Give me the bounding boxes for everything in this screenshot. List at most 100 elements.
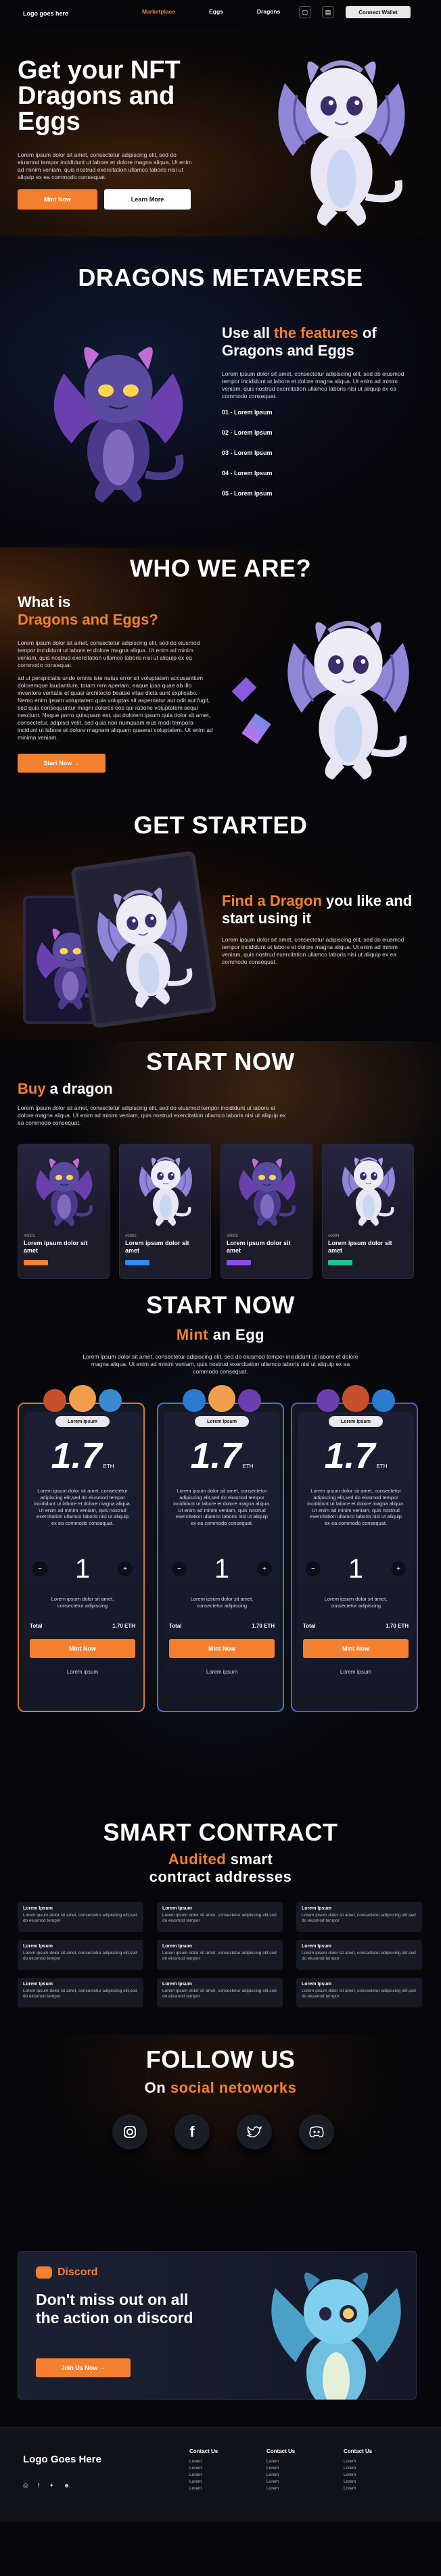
discord-heading: Don't miss out on all the action on disc…	[36, 2291, 193, 2327]
twitter-icon[interactable]	[237, 2114, 272, 2149]
hero-title: Get your NFT Dragons and Eggs	[18, 56, 181, 136]
contract-address-box[interactable]: Lorem Ipsum Lorem ipsum dolor sit amet, c…	[157, 1902, 283, 1932]
mint-now-button[interactable]: Mint Now	[18, 189, 97, 210]
metaverse-title: DRAGONS METAVERSE	[78, 264, 363, 291]
dragon-card[interactable]: #0002 Lorem ipsum dolor sit amet	[119, 1144, 211, 1279]
get-started-section: GET STARTED Find a Dragon you like and s…	[0, 804, 441, 1041]
contract-label: Lorem Ipsum	[162, 1906, 192, 1911]
discord-icon[interactable]: ☻	[64, 2482, 70, 2489]
footer-link[interactable]: Lorem	[344, 2458, 372, 2465]
follow-title: FOLLOW US	[145, 2045, 296, 2073]
buy-heading: Buy a dragon	[18, 1080, 113, 1097]
hero-section: Get your NFT Dragons and Eggs Lorem ipsu…	[0, 27, 441, 237]
nav-link-eggs[interactable]: Eggs	[209, 8, 223, 15]
egg-subtext: Lorem ipsum dolor sit amet, consectetur …	[190, 1596, 254, 1609]
crystal-icon	[231, 677, 257, 702]
contract-address: Lorem ipsum dolor sit amet, consectetur …	[23, 1913, 137, 1923]
footer-link[interactable]: Lorem	[344, 2485, 372, 2492]
footer-link[interactable]: Lorem	[266, 2458, 295, 2465]
join-us-button[interactable]: Join Us Now →	[36, 2358, 131, 2377]
dragon-card[interactable]: #0003 Lorem ipsum dolor sit amet	[220, 1144, 312, 1279]
discord-card: Discord Don't miss out on all the action…	[18, 2251, 417, 2400]
contract-address: Lorem ipsum dolor sit amet, consectetur …	[162, 1989, 277, 1999]
instagram-icon[interactable]	[112, 2114, 147, 2149]
dragon-card[interactable]: #0001 Lorem ipsum dolor sit amet	[18, 1144, 110, 1279]
nav-link-dragons[interactable]: Dragons	[257, 8, 280, 15]
price-badge[interactable]	[125, 1260, 149, 1265]
hero-text: Lorem ipsum dolor sit amet, consectetur …	[18, 151, 192, 180]
quantity-stepper: −1 +	[169, 1554, 275, 1584]
nav-link-marketplace[interactable]: Marketplace	[142, 8, 175, 15]
twitter-icon[interactable]: ✦	[49, 2482, 54, 2489]
logo[interactable]: Logo goes here	[23, 10, 68, 17]
feature-item: 03 - Lorem Ipsum	[222, 449, 273, 456]
footer-logo[interactable]: Logo Goes Here	[23, 2454, 101, 2465]
contract-label: Lorem Ipsum	[162, 1944, 192, 1949]
quantity-stepper: −1 +	[30, 1554, 135, 1584]
egg-label: Lorem Ipsum	[329, 1416, 383, 1427]
discord-icon	[36, 2266, 52, 2279]
start-now-button[interactable]: Start Now →	[18, 754, 106, 773]
contract-address: Lorem ipsum dolor sit amet, consectetur …	[302, 1913, 416, 1923]
wallet-icon[interactable]: ▤	[322, 6, 334, 18]
who-section: WHO WE ARE? What is Dragons and Eggs? Lo…	[0, 548, 441, 804]
feature-item: 02 - Lorem Ipsum	[222, 429, 273, 436]
footer-link[interactable]: Lorem	[189, 2479, 218, 2485]
plus-button[interactable]: +	[391, 1561, 406, 1576]
price-badge[interactable]	[227, 1260, 251, 1265]
contract-address-box[interactable]: Lorem Ipsum Lorem ipsum dolor sit amet, c…	[157, 1978, 283, 2008]
footer-link[interactable]: Lorem	[189, 2472, 218, 2479]
follow-heading: On social netoworks	[144, 2079, 297, 2096]
discord-icon[interactable]	[299, 2114, 334, 2149]
plus-button[interactable]: +	[257, 1561, 272, 1576]
egg-footer-text[interactable]: Lorem ipsum	[24, 1669, 141, 1675]
mint-now-button[interactable]: Mint Now	[169, 1639, 275, 1658]
facebook-icon[interactable]: f	[38, 2482, 40, 2489]
who-text-2: ad ut perspiciatis unde omnis iste natus…	[18, 675, 213, 741]
egg-footer-text[interactable]: Lorem ipsum	[298, 1669, 414, 1675]
price-badge[interactable]	[328, 1260, 352, 1265]
contract-address-box[interactable]: Lorem Ipsum Lorem ipsum dolor sit amet, c…	[18, 1940, 143, 1970]
feature-item: 05 - Lorem Ipsum	[222, 490, 273, 497]
price-badge[interactable]	[24, 1260, 48, 1265]
footer-link[interactable]: Lorem	[189, 2465, 218, 2472]
discord-section: Discord Don't miss out on all the action…	[0, 2231, 441, 2427]
footer-link[interactable]: Lorem	[189, 2458, 218, 2465]
connect-wallet-button[interactable]: Connect Wallet	[346, 6, 411, 18]
plus-button[interactable]: +	[118, 1561, 133, 1576]
contract-address: Lorem ipsum dolor sit amet, consectetur …	[23, 1951, 137, 1961]
mint-now-button[interactable]: Mint Now	[30, 1639, 135, 1658]
mint-now-button[interactable]: Mint Now	[303, 1639, 409, 1658]
footer-link[interactable]: Lorem	[344, 2472, 372, 2479]
learn-more-button[interactable]: Learn More	[104, 189, 191, 210]
dragon-card[interactable]: #0004 Lorem ipsum dolor sit amet	[322, 1144, 414, 1279]
contract-address-box[interactable]: Lorem Ipsum Lorem ipsum dolor sit amet, c…	[18, 1978, 143, 2008]
footer-link[interactable]: Lorem	[344, 2465, 372, 2472]
footer-link[interactable]: Lorem	[266, 2479, 295, 2485]
buy-title: START NOW	[146, 1048, 295, 1075]
discord-brand: Discord	[36, 2266, 98, 2279]
crystal-icon	[241, 713, 271, 744]
contract-address: Lorem ipsum dolor sit amet, consectetur …	[162, 1913, 277, 1923]
contract-address-box[interactable]: Lorem Ipsum Lorem ipsum dolor sit amet, c…	[157, 1940, 283, 1970]
contract-address-box[interactable]: Lorem Ipsum Lorem ipsum dolor sit amet, c…	[296, 1940, 422, 1970]
discord-dragon-image	[269, 2247, 411, 2400]
contract-address-box[interactable]: Lorem Ipsum Lorem ipsum dolor sit amet, c…	[296, 1978, 422, 2008]
footer-link[interactable]: Lorem	[266, 2485, 295, 2492]
footer-column: Contact Us Lorem Lorem Lorem Lorem Lorem	[344, 2448, 373, 2492]
footer-column: Contact Us Lorem Lorem Lorem Lorem Lorem	[266, 2448, 296, 2492]
footer-link[interactable]: Lorem	[266, 2465, 295, 2472]
egg-card: Lorem Ipsum 1.7 ETH Lorem ipsum dolor sit a…	[157, 1385, 284, 1712]
egg-footer-text[interactable]: Lorem ipsum	[164, 1669, 280, 1675]
footer-link[interactable]: Lorem	[344, 2479, 372, 2485]
contract-address-box[interactable]: Lorem Ipsum Lorem ipsum dolor sit amet, c…	[296, 1902, 422, 1932]
footer-link[interactable]: Lorem	[189, 2485, 218, 2492]
footer-link[interactable]: Lorem	[266, 2472, 295, 2479]
instagram-icon[interactable]: ◎	[23, 2482, 28, 2489]
cart-icon[interactable]: ▢	[299, 6, 311, 18]
nav-links: Marketplace Eggs Dragons	[142, 8, 280, 15]
mint-section: START NOW Mint an Egg Lorem ipsum dolor …	[0, 1291, 441, 1818]
facebook-icon[interactable]: f	[175, 2114, 210, 2149]
contract-address-box[interactable]: Lorem Ipsum Lorem ipsum dolor sit amet, c…	[18, 1902, 143, 1932]
egg-card-body: Lorem Ipsum 1.7 ETH Lorem ipsum dolor sit a…	[164, 1412, 280, 1693]
